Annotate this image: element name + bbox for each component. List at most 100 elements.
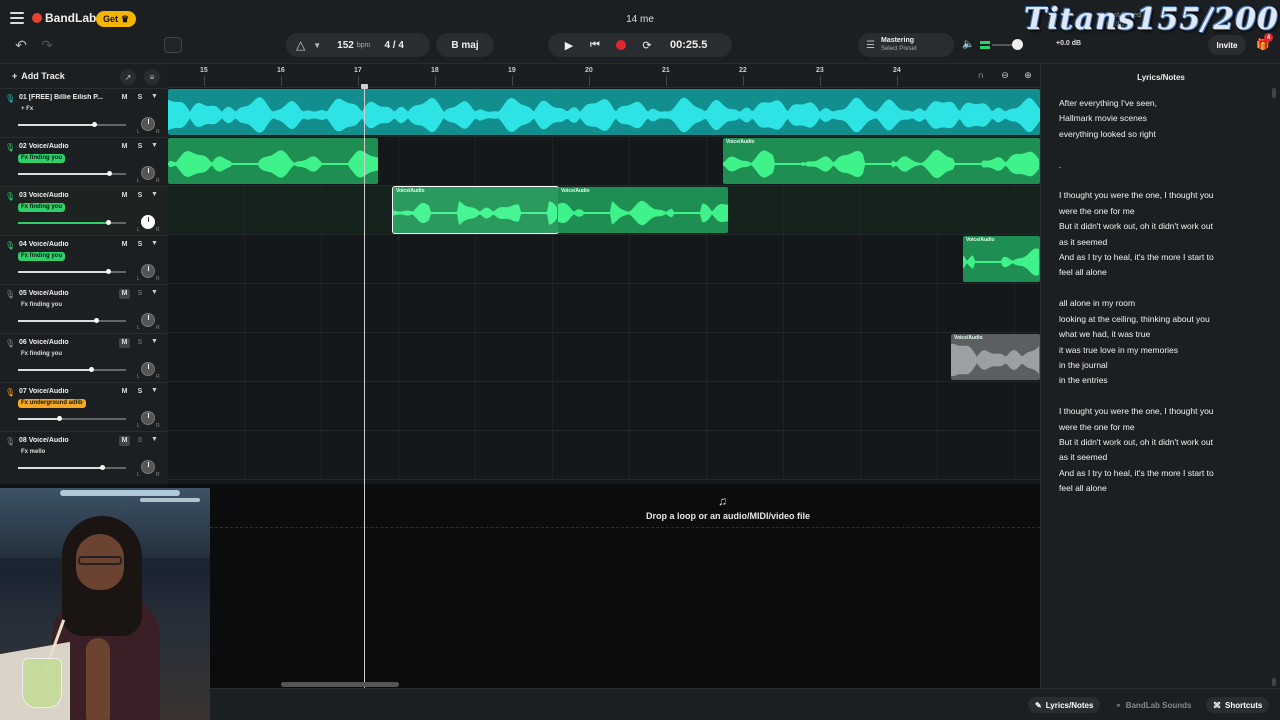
volume-handle[interactable]	[105, 220, 111, 225]
mic-icon[interactable]: 🎙	[5, 339, 15, 348]
drop-zone[interactable]	[210, 486, 1040, 528]
track-volume-slider[interactable]	[18, 269, 126, 274]
tab-shortcuts[interactable]: ⌘ Shortcuts	[1206, 697, 1270, 713]
track-name[interactable]: 08 Voice/Audio	[19, 437, 109, 444]
pan-knob[interactable]	[141, 313, 155, 327]
volume-handle[interactable]	[93, 318, 99, 323]
solo-button[interactable]: S	[135, 289, 145, 299]
track-volume-slider[interactable]	[18, 220, 126, 225]
track-fx-chip[interactable]: + Fx	[18, 105, 36, 114]
track-fx-chip[interactable]: Fx finding you	[18, 154, 65, 163]
volume-handle[interactable]	[57, 416, 63, 421]
menu-icon[interactable]	[10, 12, 24, 24]
solo-button[interactable]: S	[135, 93, 145, 103]
solo-button[interactable]: S	[135, 191, 145, 201]
mute-button[interactable]: M	[119, 436, 130, 446]
track-fx-chip[interactable]: Fx finding you	[18, 252, 65, 261]
chevron-down-icon[interactable]: ▼	[151, 240, 158, 247]
mic-icon[interactable]: 🎙	[5, 94, 15, 103]
speaker-icon[interactable]: 🔈	[962, 39, 974, 50]
mute-button[interactable]: M	[119, 142, 130, 152]
chevron-down-icon[interactable]: ▼	[151, 142, 158, 149]
track-header[interactable]: 🎙 08 Voice/Audio Fx mello M S ▼ L R	[0, 431, 168, 480]
track-name[interactable]: 06 Voice/Audio	[19, 339, 109, 346]
mute-button[interactable]: M	[119, 240, 130, 250]
solo-button[interactable]: S	[135, 436, 145, 446]
key-selector[interactable]: B maj	[436, 33, 494, 57]
mic-icon[interactable]: 🎙	[5, 437, 15, 446]
track-lane[interactable]	[168, 284, 1040, 333]
undo-icon[interactable]: ↶	[12, 37, 30, 53]
get-membership-button[interactable]: Get ♛	[96, 11, 137, 27]
mic-icon[interactable]: 🎙	[5, 388, 15, 397]
play-icon[interactable]: ▶	[556, 35, 582, 55]
track-header[interactable]: 🎙 01 [FREE] Billie Eilish P... + Fx M S ▼ L R	[0, 88, 168, 137]
track-lane[interactable]	[168, 382, 1040, 431]
mastering-button[interactable]: ☰ Mastering Select Preset	[858, 33, 954, 57]
redo-icon[interactable]: ↷	[38, 37, 56, 53]
track-name[interactable]: 03 Voice/Audio	[19, 192, 109, 199]
volume-handle[interactable]	[89, 367, 95, 372]
automation-icon[interactable]: ↗	[120, 69, 136, 85]
tab-bandlab-sounds[interactable]: ⚬ BandLab Sounds	[1108, 697, 1198, 713]
tab-lyrics-notes[interactable]: ✎ Lyrics/Notes	[1028, 697, 1101, 713]
vertical-scroll-up[interactable]	[1272, 88, 1276, 98]
pan-knob[interactable]	[141, 411, 155, 425]
audio-clip[interactable]: Voice/Audio	[558, 187, 728, 233]
track-header[interactable]: 🎙 04 Voice/Audio Fx finding you M S ▼ L R	[0, 235, 168, 284]
playhead[interactable]	[364, 86, 365, 688]
volume-handle[interactable]	[105, 269, 111, 274]
pan-knob[interactable]	[141, 215, 155, 229]
vertical-scroll-down[interactable]	[1272, 678, 1276, 686]
track-name[interactable]: 04 Voice/Audio	[19, 241, 109, 248]
track-header[interactable]: 🎙 06 Voice/Audio Fx finding you M S ▼ L R	[0, 333, 168, 382]
mic-icon[interactable]: 🎙	[5, 241, 15, 250]
mute-button[interactable]: M	[119, 191, 130, 201]
pan-knob[interactable]	[141, 362, 155, 376]
chevron-down-icon[interactable]: ▼	[151, 387, 158, 394]
invite-button[interactable]: Invite	[1208, 35, 1246, 55]
volume-handle[interactable]	[91, 122, 97, 127]
tempo-value[interactable]: 152	[337, 40, 354, 51]
pan-knob[interactable]	[141, 460, 155, 474]
mic-icon[interactable]: 🎙	[5, 192, 15, 201]
project-title[interactable]: 14 me	[590, 14, 690, 25]
chevron-down-icon[interactable]: ▼	[151, 338, 158, 345]
track-fx-chip[interactable]: Fx mello	[18, 448, 48, 457]
track-volume-slider[interactable]	[18, 416, 126, 421]
chevron-down-icon[interactable]: ▼	[151, 436, 158, 443]
horizontal-scrollbar[interactable]	[281, 682, 399, 687]
track-lane[interactable]	[168, 333, 1040, 382]
mute-button[interactable]: M	[119, 338, 130, 348]
track-volume-slider[interactable]	[18, 318, 126, 323]
brand-logo[interactable]: BandLab	[32, 11, 96, 25]
split-tool-icon[interactable]	[164, 37, 182, 53]
zoom-out-icon[interactable]: ⊖	[998, 70, 1012, 84]
chevron-down-icon[interactable]: ▼	[151, 289, 158, 296]
track-volume-slider[interactable]	[18, 367, 126, 372]
solo-button[interactable]: S	[135, 387, 145, 397]
add-track-button[interactable]: + Add Track	[4, 68, 73, 84]
audio-clip[interactable]: Voice/Audio	[963, 236, 1040, 282]
solo-button[interactable]: S	[135, 338, 145, 348]
track-fx-chip[interactable]: Fx underground adlib	[18, 399, 86, 408]
track-name[interactable]: 05 Voice/Audio	[19, 290, 109, 297]
track-header[interactable]: 🎙 03 Voice/Audio Fx finding you M S ▼ L R	[0, 186, 168, 235]
time-signature[interactable]: 4 / 4	[384, 40, 403, 51]
zoom-in-icon[interactable]: ⊕	[1021, 70, 1035, 84]
volume-handle[interactable]	[106, 171, 112, 176]
track-name[interactable]: 07 Voice/Audio	[19, 388, 109, 395]
timeline-ruler[interactable]: 15 16 17 18 19 20 21 22 23 24 ∩ ⊖ ⊕	[168, 64, 1040, 88]
track-header[interactable]: 🎙 05 Voice/Audio Fx finding you M S ▼ L R	[0, 284, 168, 333]
metronome-icon[interactable]: △	[296, 38, 305, 52]
mute-button[interactable]: M	[119, 93, 130, 103]
skip-back-icon[interactable]: ⏮	[582, 35, 608, 55]
magnet-icon[interactable]: ∩	[974, 70, 988, 84]
audio-clip[interactable]	[168, 89, 1040, 135]
mic-icon[interactable]: 🎙	[5, 143, 15, 152]
chevron-down-icon[interactable]: ▼	[313, 41, 321, 50]
track-fx-chip[interactable]: Fx finding you	[18, 203, 65, 212]
mute-button[interactable]: M	[119, 289, 130, 299]
mixer-settings-icon[interactable]: ≡	[144, 69, 160, 85]
lyrics-editor[interactable]: After everything I've seen, Hallmark movi…	[1059, 96, 1259, 497]
